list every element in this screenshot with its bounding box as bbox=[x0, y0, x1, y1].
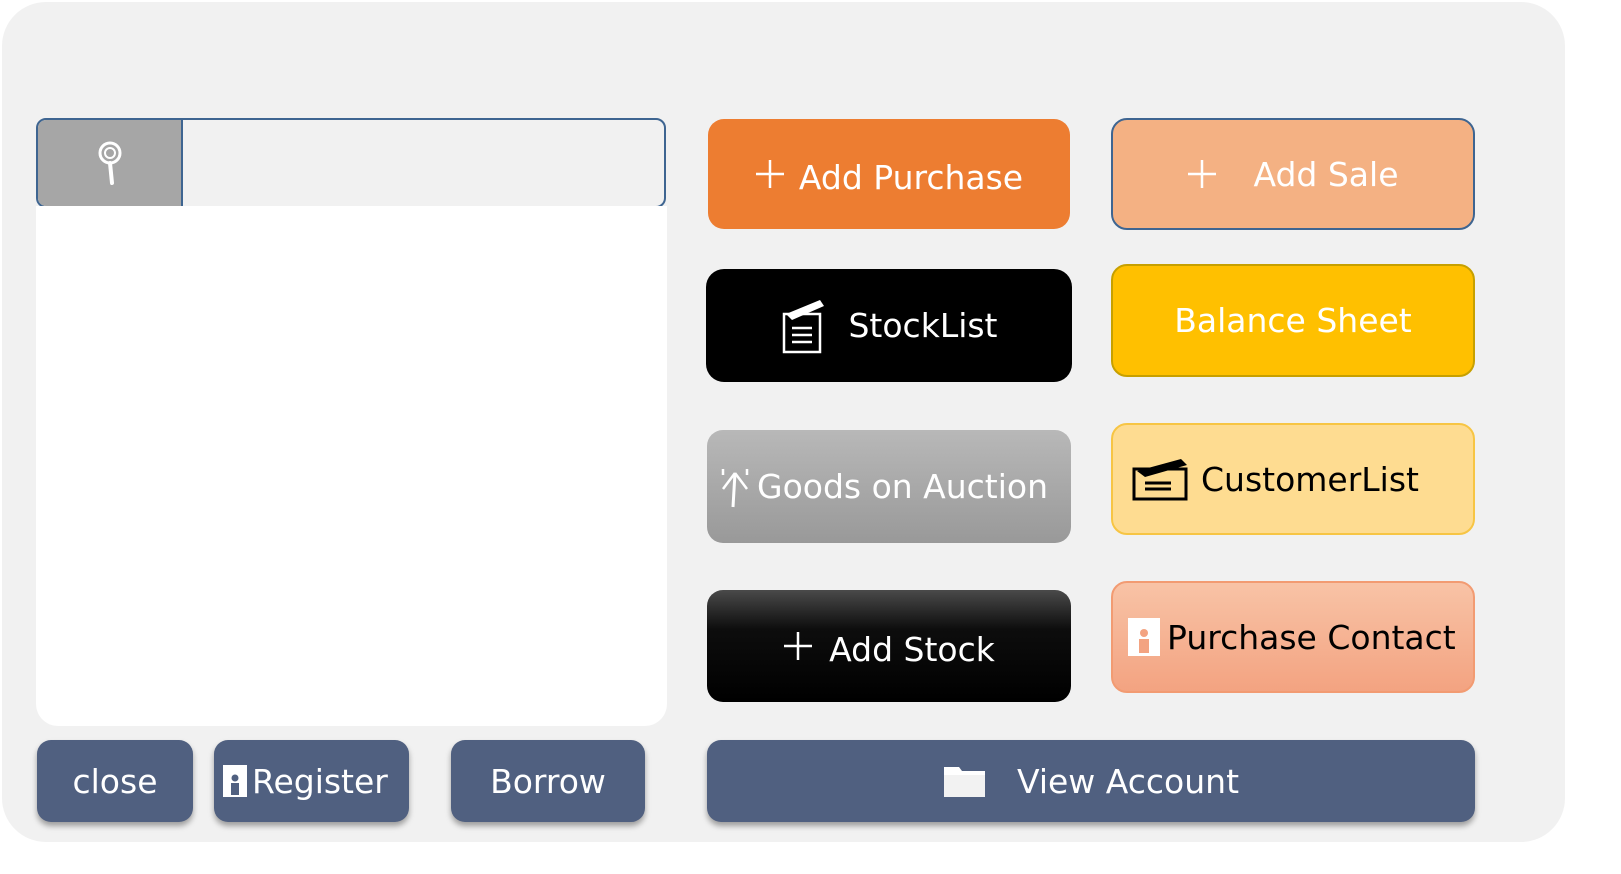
document-pen-icon bbox=[780, 298, 826, 354]
view-account-button[interactable]: View Account bbox=[707, 740, 1475, 822]
add-purchase-button[interactable]: Add Purchase bbox=[708, 119, 1070, 229]
balance-sheet-button[interactable]: Balance Sheet bbox=[1111, 264, 1475, 377]
add-stock-button[interactable]: Add Stock bbox=[707, 590, 1071, 702]
purchase-contact-label: Purchase Contact bbox=[1167, 617, 1456, 657]
add-purchase-label: Add Purchase bbox=[798, 157, 1024, 197]
antenna-icon bbox=[719, 465, 751, 509]
plus-icon bbox=[783, 631, 813, 661]
search-input[interactable] bbox=[183, 120, 664, 206]
goods-on-auction-label: Goods on Auction bbox=[757, 467, 1049, 506]
purchase-contact-button[interactable]: Purchase Contact bbox=[1111, 581, 1475, 693]
view-account-label: View Account bbox=[1016, 761, 1240, 801]
register-label: Register bbox=[252, 761, 388, 801]
magnifier-icon bbox=[93, 139, 127, 187]
stocklist-button[interactable]: StockList bbox=[706, 269, 1072, 382]
search-button[interactable] bbox=[38, 120, 183, 206]
register-button[interactable]: Register bbox=[214, 740, 409, 822]
borrow-button[interactable]: Borrow bbox=[451, 740, 645, 822]
contact-card-icon bbox=[222, 764, 248, 798]
add-sale-label: Add Sale bbox=[1253, 154, 1399, 194]
goods-on-auction-button[interactable]: Goods on Auction bbox=[707, 430, 1071, 543]
add-stock-label: Add Stock bbox=[829, 629, 995, 669]
customer-list-button[interactable]: CustomerList bbox=[1111, 423, 1475, 535]
contact-card-icon bbox=[1127, 617, 1161, 657]
clipboard-pen-icon bbox=[1131, 457, 1189, 501]
plus-icon bbox=[755, 159, 785, 189]
borrow-label: Borrow bbox=[490, 761, 606, 801]
search-bar bbox=[36, 118, 666, 208]
add-sale-button[interactable]: Add Sale bbox=[1111, 118, 1475, 230]
close-button[interactable]: close bbox=[37, 740, 193, 822]
customer-list-label: CustomerList bbox=[1201, 459, 1419, 499]
results-list[interactable] bbox=[36, 206, 667, 726]
stocklist-label: StockList bbox=[848, 306, 998, 345]
balance-sheet-label: Balance Sheet bbox=[1174, 301, 1412, 340]
close-label: close bbox=[72, 761, 158, 801]
plus-icon bbox=[1187, 159, 1217, 189]
folder-icon bbox=[943, 763, 987, 799]
